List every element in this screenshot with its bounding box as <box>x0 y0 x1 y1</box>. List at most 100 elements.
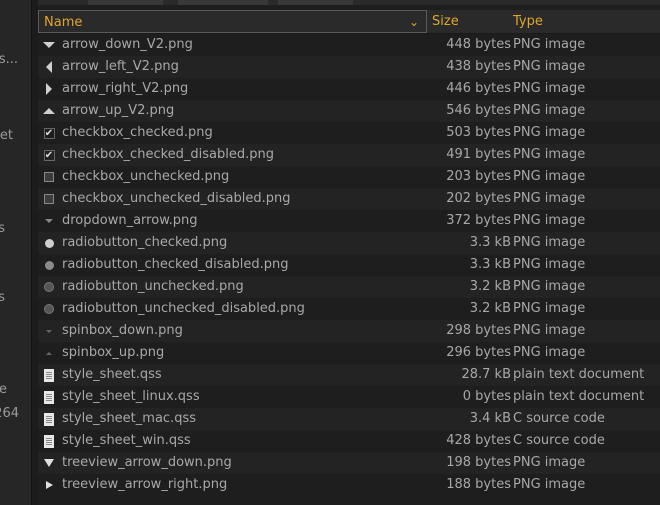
arrow-left-icon <box>42 60 56 74</box>
file-type: PNG image <box>513 257 586 272</box>
file-name[interactable]: radiobutton_unchecked_disabled.png <box>62 298 305 320</box>
file-row[interactable]: spinbox_down.png 298 bytes PNG image <box>38 320 660 342</box>
arrow-up-icon <box>42 104 56 118</box>
file-row[interactable]: radiobutton_checked_disabled.png 3.3 kB PN… <box>38 254 660 276</box>
sidebar-item-label[interactable]: e <box>0 382 7 397</box>
file-size: 503 bytes <box>446 125 511 140</box>
file-row[interactable]: radiobutton_unchecked_disabled.png 3.2 kB… <box>38 298 660 320</box>
file-name[interactable]: style_sheet_linux.qss <box>62 386 200 408</box>
file-name[interactable]: treeview_arrow_right.png <box>62 474 227 496</box>
file-type: PNG image <box>513 301 586 316</box>
sidebar-item-label[interactable]: s <box>0 290 5 305</box>
file-row[interactable]: arrow_up_V2.png 546 bytes PNG image <box>38 100 660 122</box>
file-size: 428 bytes <box>446 433 511 448</box>
file-size: 448 bytes <box>446 37 511 52</box>
file-name[interactable]: dropdown_arrow.png <box>62 210 198 232</box>
file-row[interactable]: treeview_arrow_down.png 198 bytes PNG imag… <box>38 452 660 474</box>
file-name[interactable]: arrow_down_V2.png <box>62 34 193 56</box>
toolbar-button[interactable] <box>178 0 268 5</box>
file-name[interactable]: checkbox_checked.png <box>62 122 213 144</box>
radio-unchecked-icon <box>42 302 56 316</box>
column-header-type[interactable]: Type <box>513 10 543 33</box>
file-row[interactable]: radiobutton_checked.png 3.3 kB PNG image <box>38 232 660 254</box>
file-type: PNG image <box>513 125 586 140</box>
file-name[interactable]: arrow_up_V2.png <box>62 100 174 122</box>
file-size: 203 bytes <box>446 169 511 184</box>
file-row[interactable]: style_sheet.qss 28.7 kB plain text documen… <box>38 364 660 386</box>
file-name[interactable]: checkbox_unchecked.png <box>62 166 229 188</box>
file-size: 546 bytes <box>446 103 511 118</box>
checkbox-unchecked-icon <box>42 170 56 184</box>
sidebar-item-label[interactable]: s <box>0 221 5 236</box>
file-row[interactable]: ✔ checkbox_checked_disabled.png 491 bytes P… <box>38 144 660 166</box>
file-row[interactable]: dropdown_arrow.png 372 bytes PNG image <box>38 210 660 232</box>
file-name[interactable]: spinbox_down.png <box>62 320 183 342</box>
file-type: PNG image <box>513 235 586 250</box>
file-name[interactable]: style_sheet_mac.qss <box>62 408 196 430</box>
file-row[interactable]: ✔ checkbox_checked.png 503 bytes PNG image <box>38 122 660 144</box>
file-size: 202 bytes <box>446 191 511 206</box>
file-row[interactable]: arrow_left_V2.png 438 bytes PNG image <box>38 56 660 78</box>
file-row[interactable]: arrow_right_V2.png 446 bytes PNG image <box>38 78 660 100</box>
file-name[interactable]: style_sheet_win.qss <box>62 430 191 452</box>
file-name[interactable]: spinbox_up.png <box>62 342 164 364</box>
text-document-icon <box>42 434 56 448</box>
file-size: 3.2 kB <box>469 301 511 316</box>
file-type: plain text document <box>513 367 645 382</box>
file-row[interactable]: treeview_arrow_right.png 188 bytes PNG ima… <box>38 474 660 496</box>
file-type: C source code <box>513 411 605 426</box>
file-name[interactable]: treeview_arrow_down.png <box>62 452 232 474</box>
text-document-icon <box>42 368 56 382</box>
sort-descending-icon: ⌄ <box>409 15 420 29</box>
file-type: PNG image <box>513 477 586 492</box>
file-type: PNG image <box>513 213 586 228</box>
file-size: 3.3 kB <box>469 235 511 250</box>
toolbar-strip <box>38 0 660 5</box>
toolbar-button[interactable] <box>88 0 163 5</box>
file-size: 446 bytes <box>446 81 511 96</box>
file-row[interactable]: radiobutton_unchecked.png 3.2 kB PNG image <box>38 276 660 298</box>
file-name[interactable]: checkbox_checked_disabled.png <box>62 144 274 166</box>
sidebar-item-label[interactable]: et <box>0 128 13 143</box>
radio-checked-icon <box>42 236 56 250</box>
file-name[interactable]: radiobutton_unchecked.png <box>62 276 244 298</box>
file-name[interactable]: radiobutton_checked.png <box>62 232 227 254</box>
file-size: 438 bytes <box>446 59 511 74</box>
radio-checked-disabled-icon <box>42 258 56 272</box>
arrow-down-icon <box>42 38 56 52</box>
file-type: PNG image <box>513 455 586 470</box>
file-row[interactable]: style_sheet_linux.qss 0 bytes plain text d… <box>38 386 660 408</box>
column-header-size[interactable]: Size <box>432 10 459 33</box>
file-row[interactable]: arrow_down_V2.png 448 bytes PNG image <box>38 34 660 56</box>
text-document-icon <box>42 412 56 426</box>
file-size: 198 bytes <box>446 455 511 470</box>
file-name[interactable]: checkbox_unchecked_disabled.png <box>62 188 290 210</box>
file-name[interactable]: style_sheet.qss <box>62 364 162 386</box>
file-type: PNG image <box>513 169 586 184</box>
file-row[interactable]: checkbox_unchecked.png 203 bytes PNG image <box>38 166 660 188</box>
file-type: PNG image <box>513 81 586 96</box>
radio-unchecked-icon <box>42 280 56 294</box>
file-type: PNG image <box>513 345 586 360</box>
file-size: 296 bytes <box>446 345 511 360</box>
file-row[interactable]: checkbox_unchecked_disabled.png 202 bytes… <box>38 188 660 210</box>
toolbar-button[interactable] <box>278 0 353 5</box>
sidebar-item-label[interactable]: s... <box>0 52 18 67</box>
file-type: PNG image <box>513 279 586 294</box>
file-row[interactable]: style_sheet_win.qss 428 bytes C source cod… <box>38 430 660 452</box>
file-type: plain text document <box>513 389 645 404</box>
places-sidebar[interactable]: s... et s s e 264 <box>0 0 32 505</box>
column-header-name[interactable]: Name ⌄ <box>38 10 427 33</box>
file-name[interactable]: arrow_left_V2.png <box>62 56 179 78</box>
sidebar-item-label[interactable]: 264 <box>0 406 19 421</box>
file-row[interactable]: style_sheet_mac.qss 3.4 kB C source code <box>38 408 660 430</box>
file-type: C source code <box>513 433 605 448</box>
arrow-right-icon <box>42 82 56 96</box>
file-row[interactable]: spinbox_up.png 296 bytes PNG image <box>38 342 660 364</box>
file-size: 372 bytes <box>446 213 511 228</box>
file-name[interactable]: arrow_right_V2.png <box>62 78 188 100</box>
file-list: arrow_down_V2.png 448 bytes PNG image arrow… <box>38 34 660 496</box>
checkbox-checked-icon: ✔ <box>43 149 55 161</box>
file-name[interactable]: radiobutton_checked_disabled.png <box>62 254 288 276</box>
checkbox-checked-icon: ✔ <box>43 127 55 139</box>
